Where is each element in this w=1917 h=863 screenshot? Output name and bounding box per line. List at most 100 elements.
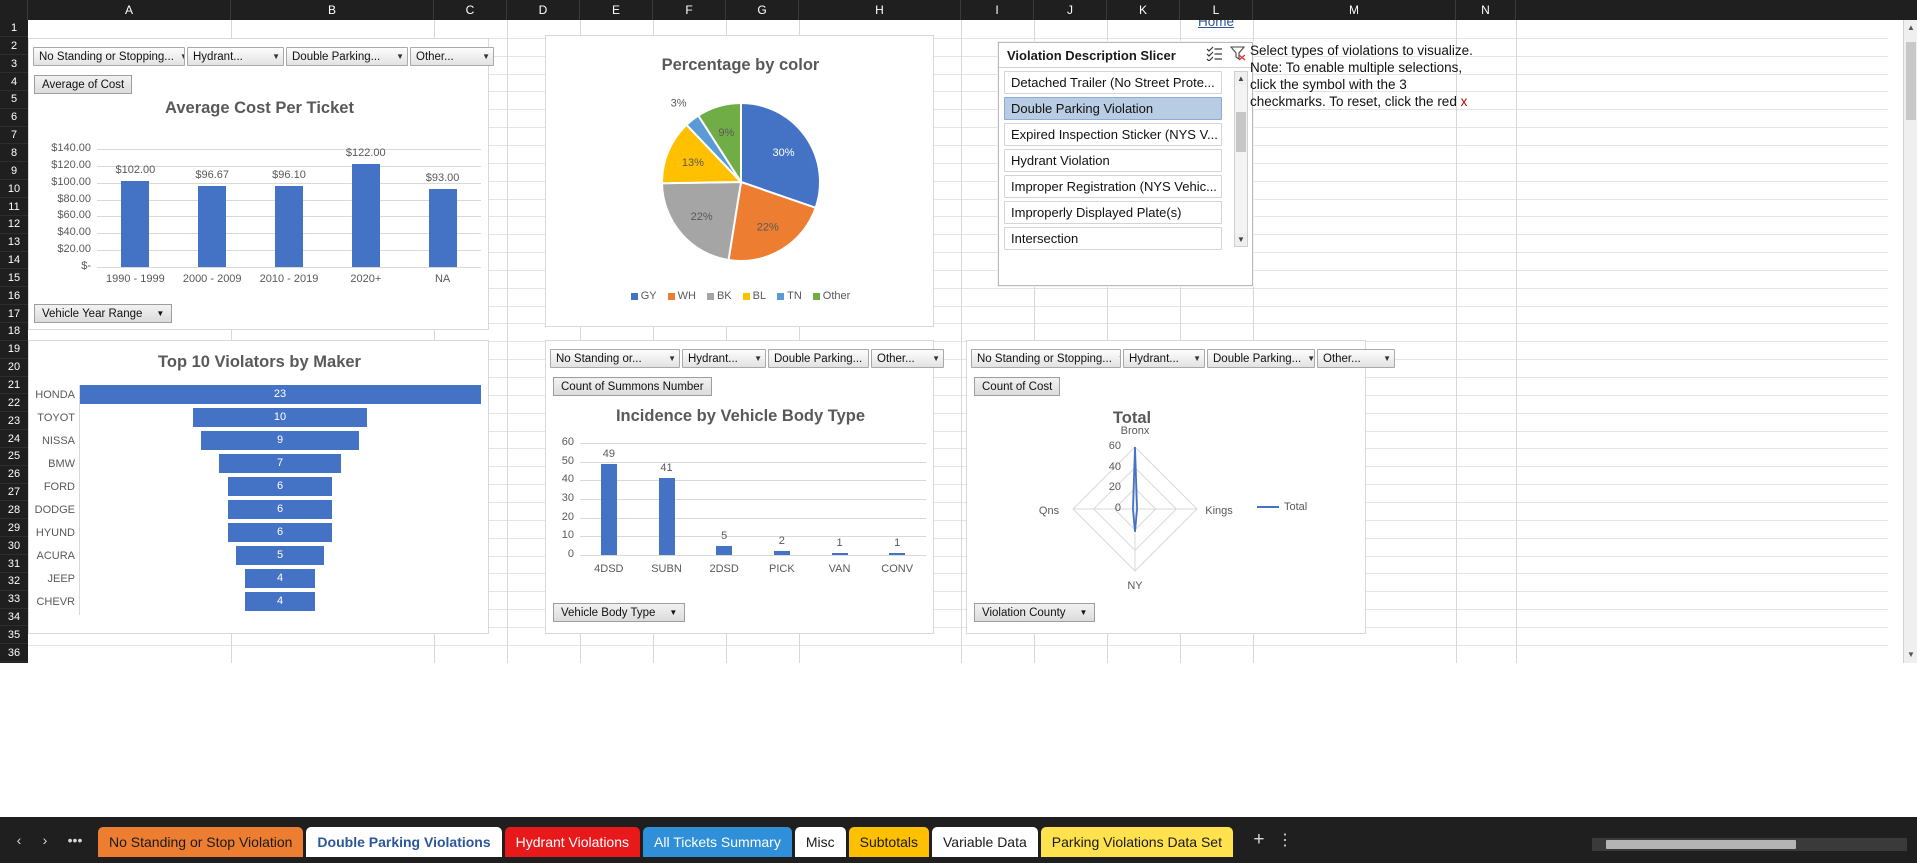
column-header-B[interactable]: B xyxy=(231,0,434,20)
violation-slicer-item-4[interactable]: Improper Registration (NYS Vehic... xyxy=(1004,175,1222,198)
radar-slicer-other[interactable]: Other... ▼ xyxy=(1317,349,1395,368)
cost-slicer-no-standing[interactable]: No Standing or Stopping... ▼ xyxy=(33,47,185,66)
horizontal-scrollbar[interactable] xyxy=(1592,838,1907,851)
cost-value-field-button[interactable]: Average of Cost xyxy=(34,75,133,94)
row-header-19[interactable]: 19 xyxy=(0,341,28,359)
column-header-J[interactable]: J xyxy=(1034,0,1107,20)
row-header-24[interactable]: 24 xyxy=(0,431,28,448)
row-header-6[interactable]: 6 xyxy=(0,109,28,127)
column-header-L[interactable]: L xyxy=(1180,0,1253,20)
violation-slicer-item-2[interactable]: Expired Inspection Sticker (NYS V... xyxy=(1004,123,1222,146)
column-header-N[interactable]: N xyxy=(1456,0,1516,20)
cost-axis-field-button[interactable]: Vehicle Year Range ▼ xyxy=(34,304,173,323)
violation-slicer-item-1[interactable]: Double Parking Violation xyxy=(1004,97,1222,120)
sheet-tab-7[interactable]: Parking Violations Data Set xyxy=(1040,827,1233,857)
row-header-26[interactable]: 26 xyxy=(0,466,28,484)
row-header-33[interactable]: 33 xyxy=(0,591,28,609)
vertical-scroll-thumb[interactable] xyxy=(1906,42,1916,120)
row-header-21[interactable]: 21 xyxy=(0,377,28,395)
violation-slicer-item-5[interactable]: Improperly Displayed Plate(s) xyxy=(1004,201,1222,224)
row-header-15[interactable]: 15 xyxy=(0,270,28,288)
row-header-30[interactable]: 30 xyxy=(0,538,28,556)
row-header-12[interactable]: 12 xyxy=(0,216,28,234)
scroll-thumb[interactable] xyxy=(1236,112,1246,152)
violation-slicer-item-6[interactable]: Intersection xyxy=(1004,227,1222,250)
row-header-23[interactable]: 23 xyxy=(0,413,28,431)
sheet-add-button[interactable]: + xyxy=(1246,827,1272,853)
row-header-25[interactable]: 25 xyxy=(0,448,28,466)
column-header-M[interactable]: M xyxy=(1253,0,1456,20)
body-axis-field-button[interactable]: Vehicle Body Type ▼ xyxy=(553,603,686,622)
violation-slicer-item-3[interactable]: Hydrant Violation xyxy=(1004,149,1222,172)
sheet-tab-6[interactable]: Variable Data xyxy=(931,827,1038,857)
violation-slicer-item-0[interactable]: Detached Trailer (No Street Prote... xyxy=(1004,71,1222,94)
scroll-up-icon[interactable]: ▲ xyxy=(1904,20,1917,36)
column-header-A[interactable]: A xyxy=(28,0,231,20)
column-header-G[interactable]: G xyxy=(726,0,799,20)
row-header-22[interactable]: 22 xyxy=(0,395,28,413)
row-header-8[interactable]: 8 xyxy=(0,145,28,163)
column-header-H[interactable]: H xyxy=(799,0,961,20)
row-header-4[interactable]: 4 xyxy=(0,74,28,91)
scroll-down-icon[interactable]: ▼ xyxy=(1904,647,1917,663)
row-header-5[interactable]: 5 xyxy=(0,91,28,109)
vertical-scrollbar[interactable]: ▲ ▼ xyxy=(1903,20,1917,663)
radar-axis-field-button[interactable]: Violation County ▼ xyxy=(974,603,1096,622)
row-header-27[interactable]: 27 xyxy=(0,484,28,502)
column-header-K[interactable]: K xyxy=(1107,0,1180,20)
sheet-tab-2[interactable]: Hydrant Violations xyxy=(504,827,641,857)
body-value-field-button[interactable]: Count of Summons Number xyxy=(553,377,712,396)
column-header-E[interactable]: E xyxy=(580,0,653,20)
cost-slicer-hydrant[interactable]: Hydrant... ▼ xyxy=(187,47,284,66)
home-link[interactable]: Home xyxy=(1198,20,1234,29)
row-header-16[interactable]: 16 xyxy=(0,288,28,306)
row-header-17[interactable]: 17 xyxy=(0,306,28,323)
row-header-28[interactable]: 28 xyxy=(0,502,28,520)
row-header-31[interactable]: 31 xyxy=(0,556,28,573)
clear-filter-icon[interactable] xyxy=(1229,46,1246,64)
cost-slicer-double-parking[interactable]: Double Parking... ▼ xyxy=(286,47,408,66)
row-header-2[interactable]: 2 xyxy=(0,38,28,56)
select-all-corner[interactable] xyxy=(0,0,28,20)
sheet-tab-0[interactable]: No Standing or Stop Violation xyxy=(98,827,304,857)
radar-slicer-no-standing[interactable]: No Standing or Stopping... ▼ xyxy=(971,349,1121,368)
row-header-20[interactable]: 20 xyxy=(0,359,28,377)
row-header-14[interactable]: 14 xyxy=(0,252,28,270)
sheet-tab-5[interactable]: Subtotals xyxy=(848,827,929,857)
radar-slicer-hydrant[interactable]: Hydrant... ▼ xyxy=(1123,349,1205,368)
row-header-32[interactable]: 32 xyxy=(0,573,28,591)
column-header-D[interactable]: D xyxy=(507,0,580,20)
sheet-options-button[interactable]: ⋮ xyxy=(1272,827,1298,853)
row-header-7[interactable]: 7 xyxy=(0,127,28,145)
row-header-13[interactable]: 13 xyxy=(0,234,28,252)
row-header-10[interactable]: 10 xyxy=(0,181,28,199)
cost-slicer-other[interactable]: Other... ▼ xyxy=(410,47,494,66)
row-header-9[interactable]: 9 xyxy=(0,163,28,181)
scroll-down-icon[interactable]: ▼ xyxy=(1235,233,1247,246)
radar-slicer-double-parking[interactable]: Double Parking... ▼ xyxy=(1207,349,1315,368)
horizontal-scroll-thumb[interactable] xyxy=(1606,840,1796,849)
sheet-prev-button[interactable]: ‹ xyxy=(6,827,32,853)
column-header-I[interactable]: I xyxy=(961,0,1034,20)
body-slicer-other[interactable]: Other... ▼ xyxy=(871,349,944,368)
row-header-35[interactable]: 35 xyxy=(0,627,28,645)
row-header-29[interactable]: 29 xyxy=(0,520,28,538)
body-slicer-double-parking[interactable]: Double Parking... ▼ xyxy=(768,349,869,368)
row-header-18[interactable]: 18 xyxy=(0,323,28,341)
body-slicer-hydrant[interactable]: Hydrant... ▼ xyxy=(682,349,766,368)
violation-description-slicer[interactable]: Violation Description Slicer Detached Tr… xyxy=(998,42,1253,286)
row-header-3[interactable]: 3 xyxy=(0,56,28,74)
multi-select-icon[interactable] xyxy=(1206,46,1223,64)
sheet-next-button[interactable]: › xyxy=(32,827,58,853)
sheet-more-button[interactable]: ••• xyxy=(58,827,92,853)
row-header-1[interactable]: 1 xyxy=(0,20,28,38)
row-header-11[interactable]: 11 xyxy=(0,199,28,216)
sheet-tab-4[interactable]: Misc xyxy=(794,827,846,857)
radar-value-field-button[interactable]: Count of Cost xyxy=(974,377,1061,396)
column-header-F[interactable]: F xyxy=(653,0,726,20)
row-header-34[interactable]: 34 xyxy=(0,609,28,627)
spreadsheet-grid[interactable]: No Standing or Stopping... ▼ Hydrant... … xyxy=(28,20,1888,663)
violation-slicer-items[interactable]: Detached Trailer (No Street Prote... Doub… xyxy=(999,68,1252,250)
row-header-36[interactable]: 36 xyxy=(0,645,28,663)
violation-slicer-scrollbar[interactable]: ▲ ▼ xyxy=(1234,71,1248,247)
